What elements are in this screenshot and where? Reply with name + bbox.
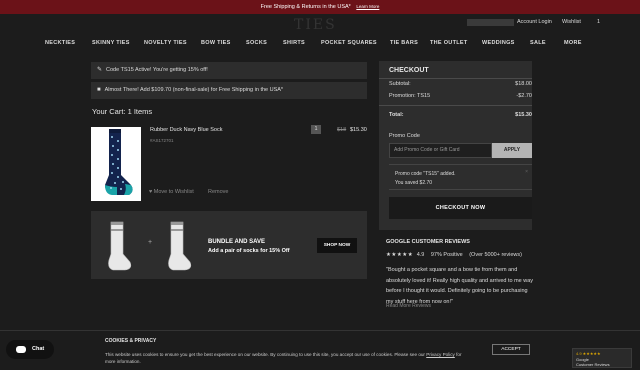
nav-item-novelty-ties[interactable]: NOVELTY TIES bbox=[144, 40, 187, 46]
nav-item-tie-bars[interactable]: TIE BARS bbox=[390, 40, 418, 46]
checkout-title: CHECKOUT bbox=[389, 67, 429, 74]
quantity-selector[interactable]: 1 bbox=[311, 125, 321, 134]
nav-item-skinny-ties[interactable]: SKINNY TIES bbox=[92, 40, 130, 46]
site-logo[interactable]: TIES bbox=[294, 17, 337, 33]
total-label: Total: bbox=[389, 112, 404, 118]
total-value: $15.30 bbox=[515, 112, 532, 118]
nav-item-neckties[interactable]: NECKTIES bbox=[45, 40, 75, 46]
cookie-banner: COOKIES & PRIVACY This website uses cook… bbox=[0, 330, 640, 370]
subtotal-label: Subtotal: bbox=[389, 81, 411, 87]
apply-button[interactable]: APPLY bbox=[492, 143, 532, 158]
badge-rating: 4.9 ★★★★★ bbox=[576, 351, 601, 356]
read-more-reviews-link[interactable]: Read More Reviews bbox=[386, 303, 431, 309]
nav-item-shirts[interactable]: SHIRTS bbox=[283, 40, 305, 46]
move-to-wishlist-button[interactable]: ♥ Move to Wishlist bbox=[149, 189, 194, 195]
product-name[interactable]: Rubber Duck Navy Blue Sock bbox=[150, 127, 222, 133]
cart-title: Your Cart: 1 Items bbox=[92, 107, 153, 116]
bundle-subtitle: Add a pair of socks for 15% Off bbox=[208, 248, 290, 254]
free-shipping-notice: ■ Almost There! Add $109.70 (non-final-sa… bbox=[91, 82, 367, 99]
nav-item-the-outlet[interactable]: THE OUTLET bbox=[430, 40, 468, 46]
applied-savings-text: You saved $2.70 bbox=[395, 180, 433, 186]
privacy-policy-link[interactable]: Privacy Policy bbox=[426, 352, 455, 357]
review-quote: "Bought a pocket square and a bow tie fr… bbox=[386, 267, 534, 305]
chat-icon bbox=[16, 346, 26, 353]
nav-item-pocket-squares[interactable]: POCKET SQUARES bbox=[321, 40, 377, 46]
divider bbox=[379, 78, 532, 79]
sale-price: $15.30 bbox=[350, 127, 367, 133]
bundle-promo: + BUNDLE AND SAVE Add a pair of socks fo… bbox=[91, 211, 367, 279]
learn-more-link[interactable]: Learn More bbox=[356, 4, 379, 9]
badge-line2: Customer Reviews bbox=[576, 362, 610, 367]
heart-icon: ♥ bbox=[149, 189, 153, 195]
checkout-panel: CHECKOUT Subtotal: $18.00 Promotion: TS1… bbox=[379, 61, 532, 230]
chat-label: Chat bbox=[32, 346, 45, 352]
applied-promo-text: Promo code "TS15" added. bbox=[395, 171, 456, 177]
product-image[interactable] bbox=[91, 127, 141, 201]
promo-code-input[interactable]: Add Promo Code or Gift Card bbox=[389, 143, 492, 158]
truck-icon: ■ bbox=[97, 87, 101, 93]
accept-cookies-button[interactable]: ACCEPT bbox=[492, 344, 530, 355]
plus-icon: + bbox=[148, 239, 153, 246]
cookie-text: This website uses cookies to ensure you … bbox=[105, 351, 465, 365]
cookie-title: COOKIES & PRIVACY bbox=[105, 338, 157, 344]
main-nav: NECKTIES SKINNY TIES NOVELTY TIES BOW TI… bbox=[0, 40, 640, 50]
shop-now-button[interactable]: SHOP NOW bbox=[317, 238, 357, 253]
promotion-label: Promotion: TS15 bbox=[389, 93, 431, 99]
bundle-title: BUNDLE AND SAVE bbox=[208, 239, 266, 245]
reviews-rating: ★★★★★ 4.9 97% Positive (Over 5000+ revie… bbox=[386, 252, 522, 258]
nav-item-bow-ties[interactable]: BOW TIES bbox=[201, 40, 231, 46]
reviews-count: (Over 5000+ reviews) bbox=[469, 252, 522, 258]
reviews-score: 4.9 bbox=[416, 252, 425, 258]
reviews-positive: 97% Positive bbox=[430, 252, 463, 258]
star-rating-icon: ★★★★★ bbox=[386, 252, 414, 258]
nav-item-socks[interactable]: SOCKS bbox=[246, 40, 267, 46]
applied-promo-notice: Promo code "TS15" added. You saved $2.70… bbox=[389, 164, 532, 190]
account-login-link[interactable]: Account Login bbox=[517, 19, 552, 25]
sock-icon bbox=[108, 221, 132, 271]
remove-button[interactable]: Remove bbox=[208, 189, 228, 195]
notice-text: Almost There! Add $109.70 (non-final-sal… bbox=[104, 87, 284, 93]
subtotal-value: $18.00 bbox=[515, 81, 532, 87]
divider bbox=[379, 105, 532, 106]
nav-item-more[interactable]: MORE bbox=[564, 40, 582, 46]
google-reviews-badge[interactable]: 4.9 ★★★★★ Google Customer Reviews bbox=[572, 348, 632, 368]
reviews-title: GOOGLE CUSTOMER REVIEWS bbox=[386, 239, 470, 245]
promo-banner-text: Free Shipping & Returns in the USA* bbox=[260, 4, 351, 10]
chat-button[interactable]: Chat bbox=[6, 340, 54, 359]
close-icon[interactable]: × bbox=[525, 169, 528, 175]
product-sku: #AS172701 bbox=[150, 138, 174, 143]
move-to-wishlist-label: Move to Wishlist bbox=[153, 189, 194, 195]
checkout-now-button[interactable]: CHECKOUT NOW bbox=[389, 197, 532, 219]
promo-banner: Free Shipping & Returns in the USA* Lear… bbox=[0, 0, 640, 14]
search-input[interactable] bbox=[467, 19, 514, 26]
original-price: $18 bbox=[337, 127, 347, 133]
nav-item-sale[interactable]: SALE bbox=[530, 40, 546, 46]
promo-code-label: Promo Code bbox=[389, 133, 420, 139]
wishlist-link[interactable]: Wishlist bbox=[562, 19, 581, 25]
cart-count[interactable]: 1 bbox=[597, 19, 600, 25]
sock-icon bbox=[168, 221, 192, 271]
tag-icon: ✎ bbox=[97, 67, 103, 73]
nav-item-weddings[interactable]: WEDDINGS bbox=[482, 40, 515, 46]
promotion-value: -$2.70 bbox=[516, 93, 532, 99]
cookie-body: This website uses cookies to ensure you … bbox=[105, 352, 425, 357]
notice-text: Code TS15 Active! You're getting 15% off… bbox=[106, 67, 208, 73]
promo-code-notice: ✎ Code TS15 Active! You're getting 15% of… bbox=[91, 62, 367, 79]
